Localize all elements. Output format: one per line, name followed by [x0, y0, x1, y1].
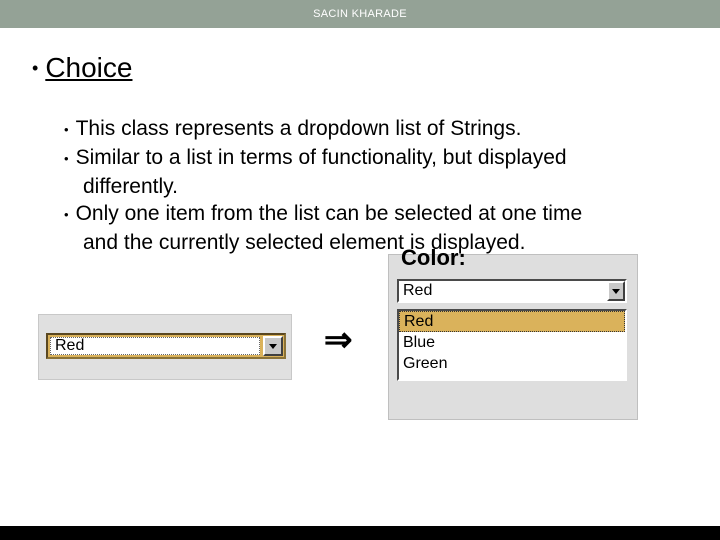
list-item: • Similar to a list in terms of function… [64, 145, 670, 172]
bullet-icon: • [64, 205, 69, 225]
bullet-icon: • [64, 120, 69, 140]
right-choice-combo[interactable]: Red [397, 279, 627, 303]
bullet-text-3b: and the currently selected element is di… [83, 230, 670, 257]
bullet-text-2a: Similar to a list in terms of functional… [76, 145, 567, 172]
bullet-icon: • [64, 149, 69, 169]
chevron-down-icon [269, 344, 277, 349]
list-option-red[interactable]: Red [399, 311, 625, 332]
right-choice-dropdown-button[interactable] [607, 281, 625, 301]
bullet-text-1: This class represents a dropdown list of… [76, 116, 522, 143]
left-choice-dropdown-button[interactable] [263, 336, 283, 356]
right-choice-list[interactable]: Red Blue Green [397, 309, 627, 381]
list-option-green[interactable]: Green [399, 353, 625, 374]
right-label-fragment: Color: [401, 249, 466, 271]
slide-title: Choice [45, 52, 132, 84]
list-item: • Only one item from the list can be sel… [64, 201, 670, 228]
title-bullet: • [32, 58, 38, 80]
left-choice-panel: Red [38, 314, 292, 380]
arrow-right-icon: ⇒ [324, 320, 353, 360]
slide-title-row: • Choice [32, 52, 720, 84]
left-choice-value: Red [50, 337, 260, 355]
body-block: • This class represents a dropdown list … [64, 116, 670, 256]
right-choice-value: Red [399, 281, 607, 301]
left-choice-combo[interactable]: Red [46, 333, 286, 359]
right-choice-panel: Color: Red Red Blue Green [388, 254, 638, 420]
footer-bar [0, 526, 720, 540]
bullet-text-2b: differently. [83, 174, 670, 201]
list-item: • This class represents a dropdown list … [64, 116, 670, 143]
author-name: SACIN KHARADE [313, 8, 407, 20]
figure-area: Red ⇒ Color: Red Red Blue Green [0, 258, 720, 498]
list-option-blue[interactable]: Blue [399, 332, 625, 353]
bullet-text-3a: Only one item from the list can be selec… [76, 201, 583, 228]
header-bar: SACIN KHARADE [0, 0, 720, 28]
chevron-down-icon [612, 289, 620, 294]
